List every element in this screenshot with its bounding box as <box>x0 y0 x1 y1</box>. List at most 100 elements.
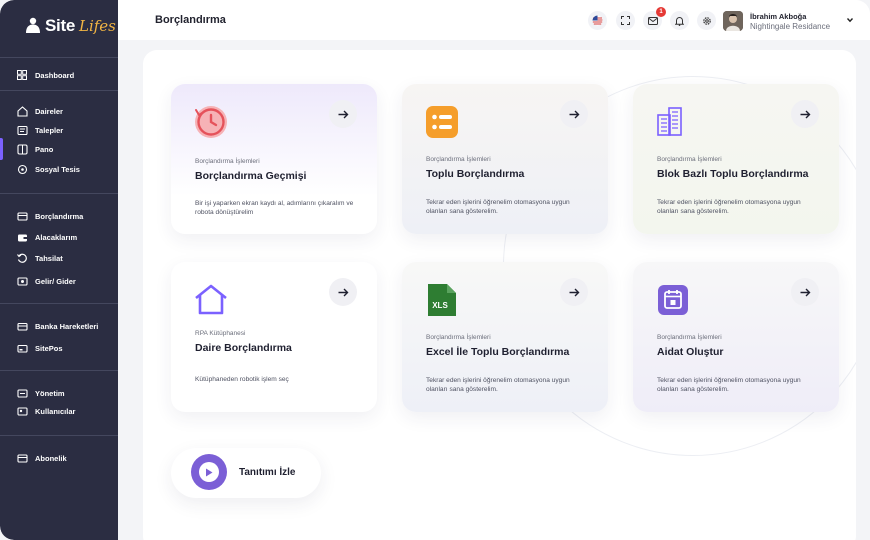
users-icon <box>16 405 28 417</box>
sidebar-item-kullanicilar[interactable]: Kullanıcılar <box>16 403 75 419</box>
card-toplu-borclandirma[interactable]: Borçlandırma İşlemleri Toplu Borçlandırm… <box>402 84 608 234</box>
calendar-icon <box>655 282 691 318</box>
debt-icon <box>16 210 28 222</box>
sidebar-item-sitepos[interactable]: SitePos <box>16 340 63 356</box>
xls-icon-text: XLS <box>432 301 448 310</box>
house-icon <box>193 282 229 318</box>
sidebar-item-label: Yönetim <box>35 388 65 398</box>
user-name[interactable]: İbrahim Akboğa <box>750 12 806 21</box>
sidebar-divider <box>0 370 118 371</box>
sidebar-item-dashboard[interactable]: Dashboard <box>16 67 74 83</box>
facility-icon <box>16 163 28 175</box>
request-icon <box>16 124 28 136</box>
card-borclandirma-gecmisi[interactable]: Borçlandırma İşlemleri Borçlandırma Geçm… <box>171 84 377 234</box>
sidebar-item-yonetim[interactable]: Yönetim <box>16 385 65 401</box>
chevron-down-icon[interactable] <box>846 16 854 24</box>
top-bar: Borçlandırma 1 İbrahim Akboğa Nightingal… <box>118 0 870 40</box>
sidebar-item-label: Borçlandırma <box>35 211 84 221</box>
card-blok-bazli-toplu-borclandirma[interactable]: Borçlandırma İşlemleri Blok Bazlı Toplu … <box>633 84 839 234</box>
sidebar-item-tahsilat[interactable]: Tahsilat <box>16 250 63 266</box>
arrow-right-icon[interactable] <box>791 100 819 128</box>
avatar[interactable] <box>723 11 743 31</box>
card-title: Daire Borçlandırma <box>195 342 292 354</box>
watch-intro-button[interactable]: Tanıtımı İzle <box>171 448 321 498</box>
sidebar-item-daireler[interactable]: Daireler <box>16 103 63 119</box>
card-description: Bir işi yaparken ekran kaydı al, adımlar… <box>195 200 354 216</box>
dashboard-icon <box>16 69 28 81</box>
card-description: Kütüphaneden robotik işlem seç <box>195 376 289 383</box>
bank-icon <box>16 320 28 332</box>
sidebar-item-abonelik[interactable]: Abonelik <box>16 450 67 466</box>
card-description: Tekrar eden işlerini öğrenelim otomasyon… <box>426 199 570 215</box>
sidebar-item-alacaklarim[interactable]: Alacaklarım <box>16 229 77 245</box>
card-title: Toplu Borçlandırma <box>426 168 525 180</box>
brand-logo[interactable]: Site Lifes <box>24 16 116 36</box>
sidebar-item-talepler[interactable]: Talepler <box>16 122 63 138</box>
notification-badge: 1 <box>656 7 666 17</box>
notifications-button[interactable] <box>670 11 689 30</box>
sidebar-item-label: Sosyal Tesis <box>35 164 80 174</box>
board-icon <box>16 143 28 155</box>
sidebar-item-label: Kullanıcılar <box>35 406 76 416</box>
sidebar-item-borclandirma[interactable]: Borçlandırma <box>16 208 83 224</box>
sidebar-item-label: Pano <box>35 144 54 154</box>
sidebar-item-pano[interactable]: Pano <box>16 141 53 157</box>
card-description: Tekrar eden işlerini öğrenelim otomasyon… <box>657 377 801 393</box>
card-excel-ile-toplu-borclandirma[interactable]: XLS Borçlandırma İşlemleri Excel İle Top… <box>402 262 608 412</box>
user-site: Nightingale Residance <box>750 22 831 31</box>
us-flag-icon <box>592 15 603 26</box>
sidebar-item-sosyal-tesis[interactable]: Sosyal Tesis <box>16 161 80 177</box>
sidebar-divider <box>0 57 118 58</box>
arrow-right-icon[interactable] <box>791 278 819 306</box>
fullscreen-button[interactable] <box>616 11 635 30</box>
sidebar-item-label: Daireler <box>35 106 63 116</box>
income-expense-icon <box>16 275 28 287</box>
card-description: Tekrar eden işlerini öğrenelim otomasyon… <box>426 377 570 393</box>
arrow-right-icon[interactable] <box>560 278 588 306</box>
xls-file-icon: XLS <box>424 282 460 318</box>
home-icon <box>16 105 28 117</box>
card-category: Borçlandırma İşlemleri <box>426 156 491 163</box>
bell-icon <box>675 16 684 26</box>
fullscreen-icon <box>621 16 630 25</box>
arrow-right-icon[interactable] <box>329 278 357 306</box>
sidebar-item-label: Alacaklarım <box>35 232 78 242</box>
app-window: Site Lifes Dashboard Daireler Talepler P… <box>0 0 870 540</box>
subscription-icon <box>16 452 28 464</box>
card-description: Tekrar eden işlerini öğrenelim otomasyon… <box>657 199 801 215</box>
sidebar-divider <box>0 303 118 304</box>
gear-icon <box>702 16 711 25</box>
logo-icon <box>26 17 40 33</box>
messages-button[interactable]: 1 <box>643 7 666 30</box>
arrow-right-icon[interactable] <box>329 100 357 128</box>
sidebar-item-label: Tahsilat <box>35 253 63 263</box>
watch-intro-label: Tanıtımı İzle <box>239 467 296 478</box>
history-clock-icon <box>193 104 229 140</box>
card-aidat-olustur[interactable]: Borçlandırma İşlemleri Aidat Oluştur Tek… <box>633 262 839 412</box>
card-category: Borçlandırma İşlemleri <box>657 156 722 163</box>
card-daire-borclandirma[interactable]: RPA Kütüphanesi Daire Borçlandırma Kütüp… <box>171 262 377 412</box>
sidebar-divider <box>0 435 118 436</box>
card-category: Borçlandırma İşlemleri <box>195 158 260 165</box>
card-title: Excel İle Toplu Borçlandırma <box>426 346 570 358</box>
sidebar-item-banka-hareketleri[interactable]: Banka Hareketleri <box>16 318 98 334</box>
sidebar-item-label: Talepler <box>35 125 64 135</box>
sidebar-item-gelir-gider[interactable]: Gelir/ Gider <box>16 273 76 289</box>
sidebar-divider <box>0 90 118 91</box>
sidebar-divider <box>0 193 118 194</box>
pos-icon <box>16 342 28 354</box>
arrow-right-icon[interactable] <box>560 100 588 128</box>
mail-icon <box>647 16 658 25</box>
sidebar-item-label: Dashboard <box>35 70 75 80</box>
card-title: Blok Bazlı Toplu Borçlandırma <box>657 168 809 180</box>
settings-button[interactable] <box>697 11 716 30</box>
sidebar-item-label: Banka Hareketleri <box>35 321 99 331</box>
building-icon <box>655 104 691 140</box>
active-indicator <box>0 138 3 160</box>
card-category: RPA Kütüphanesi <box>195 330 246 337</box>
management-icon <box>16 387 28 399</box>
main-panel: Borçlandırma İşlemleri Borçlandırma Geçm… <box>143 50 856 540</box>
list-toggle-icon <box>424 104 460 140</box>
wallet-icon <box>16 231 28 243</box>
language-button[interactable] <box>588 11 607 30</box>
